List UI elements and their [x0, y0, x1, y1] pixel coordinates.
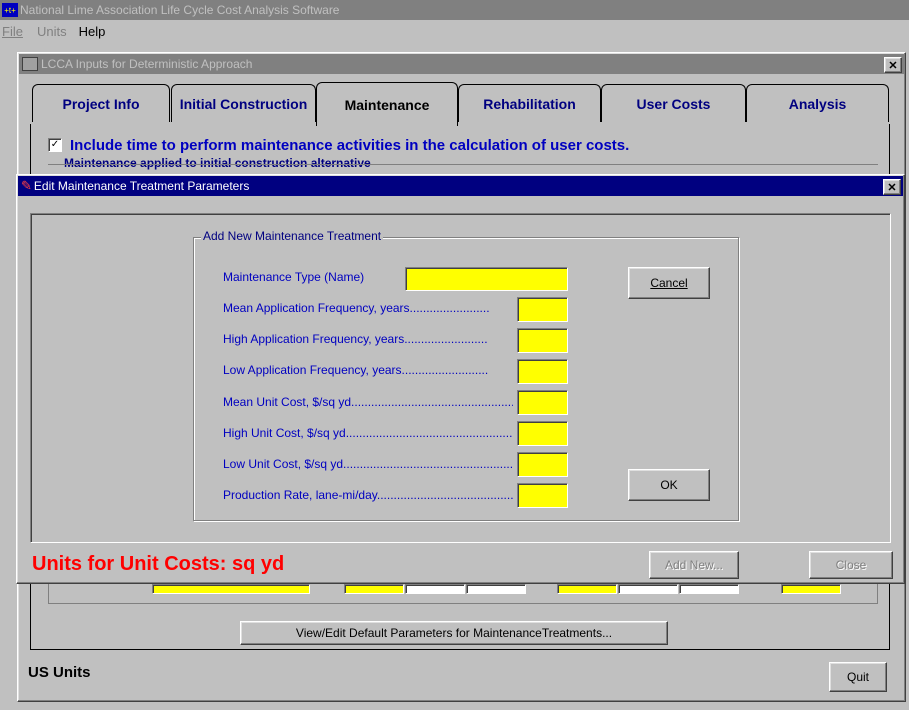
maint-group-frame-top	[48, 164, 878, 165]
dialog-close-button[interactable]: Close	[809, 551, 893, 579]
mean-app-freq-label: Mean Application Frequency, years.......…	[223, 301, 490, 315]
production-rate-input[interactable]	[517, 483, 568, 508]
dialog-title: Edit Maintenance Treatment Parameters	[33, 179, 250, 193]
maint-field-a[interactable]	[344, 584, 404, 594]
units-for-costs-label: Units for Unit Costs: sq yd	[32, 553, 285, 575]
maint-field-b[interactable]	[405, 584, 465, 594]
low-app-freq-label: Low Application Frequency, years........…	[223, 363, 489, 377]
app-title: National Lime Association Life Cycle Cos…	[20, 3, 340, 17]
app-icon: +t+	[2, 3, 18, 17]
menu-file[interactable]: File	[2, 24, 23, 39]
high-app-freq-label: High Application Frequency, years.......…	[223, 332, 488, 346]
maint-field-e[interactable]	[618, 584, 678, 594]
quit-button[interactable]: Quit	[829, 662, 887, 692]
app-titlebar: +t+ National Lime Association Life Cycle…	[0, 0, 909, 20]
low-unit-cost-input[interactable]	[517, 452, 568, 477]
window-icon	[22, 57, 38, 71]
tab-project-info[interactable]: Project Info	[32, 84, 170, 122]
high-unit-cost-input[interactable]	[517, 421, 568, 446]
include-time-checkbox[interactable]: ✓	[48, 138, 62, 152]
maint-group-title: Maintenance applied to initial construct…	[62, 156, 373, 170]
mean-unit-cost-input[interactable]	[517, 390, 568, 415]
view-edit-defaults-button[interactable]: View/Edit Default Parameters for Mainten…	[240, 621, 668, 645]
dialog-close-x-button[interactable]: ✕	[883, 179, 901, 195]
pencil-icon: ✎	[21, 178, 32, 193]
maint-field-g[interactable]	[781, 584, 841, 594]
maintenance-type-label: Maintenance Type (Name)	[223, 270, 365, 284]
low-unit-cost-label: Low Unit Cost, $/sq yd..................…	[223, 457, 513, 471]
low-app-freq-input[interactable]	[517, 359, 568, 384]
tab-user-costs[interactable]: User Costs	[601, 84, 746, 122]
production-rate-label: Production Rate, lane-mi/day............…	[223, 488, 513, 502]
tab-analysis[interactable]: Analysis	[746, 84, 889, 122]
lcca-window-title: LCCA Inputs for Deterministic Approach	[41, 57, 253, 71]
edit-maintenance-dialog: ✎ Edit Maintenance Treatment Parameters …	[16, 174, 905, 584]
tab-maintenance[interactable]: Maintenance	[316, 82, 458, 126]
menu-bar: File Units Help	[0, 20, 909, 42]
include-time-row: ✓ Include time to perform maintenance ac…	[48, 136, 888, 154]
high-unit-cost-label: High Unit Cost, $/sq yd.................…	[223, 426, 513, 440]
menu-help[interactable]: Help	[79, 24, 106, 39]
add-new-button[interactable]: Add New...	[649, 551, 739, 579]
us-units-label: US Units	[28, 664, 91, 681]
tab-initial-construction[interactable]: Initial Construction	[171, 84, 316, 122]
add-new-group-title: Add New Maintenance Treatment	[201, 229, 384, 243]
maintenance-type-input[interactable]	[405, 267, 568, 291]
menu-units[interactable]: Units	[37, 24, 67, 39]
maint-field-d[interactable]	[557, 584, 617, 594]
maint-treatment-select[interactable]	[152, 584, 310, 594]
mean-app-freq-input[interactable]	[517, 297, 568, 322]
high-app-freq-input[interactable]	[517, 328, 568, 353]
mean-unit-cost-label: Mean Unit Cost, $/sq yd.................…	[223, 395, 513, 409]
lcca-window-close-button[interactable]: ✕	[884, 57, 902, 73]
ok-button[interactable]: OK	[628, 469, 710, 501]
lcca-window-titlebar: LCCA Inputs for Deterministic Approach ✕	[19, 54, 904, 74]
dialog-titlebar: ✎ Edit Maintenance Treatment Parameters …	[18, 176, 903, 196]
maint-field-f[interactable]	[679, 584, 739, 594]
include-time-label[interactable]: Include time to perform maintenance acti…	[70, 137, 629, 154]
cancel-button[interactable]: Cancel	[628, 267, 710, 299]
tab-rehabilitation[interactable]: Rehabilitation	[458, 84, 601, 122]
maint-field-c[interactable]	[466, 584, 526, 594]
